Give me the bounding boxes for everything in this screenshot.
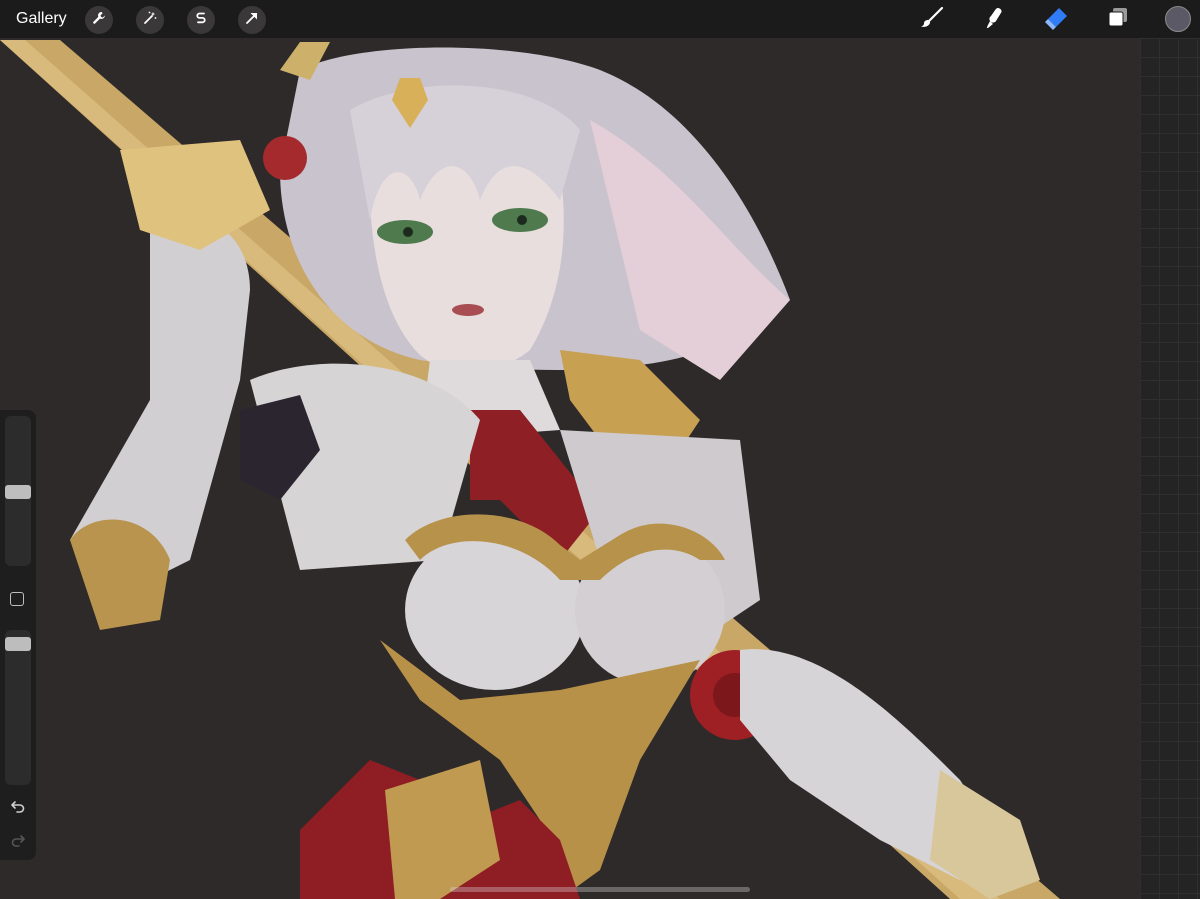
redo-icon (10, 832, 26, 853)
smudge-icon (981, 5, 1007, 36)
brush-size-slider[interactable] (5, 416, 31, 566)
color-picker-button[interactable] (1165, 6, 1191, 32)
redo-button[interactable] (8, 832, 28, 852)
undo-button[interactable] (8, 798, 28, 818)
top-toolbar: Gallery (0, 0, 1200, 38)
modify-button[interactable] (10, 592, 24, 606)
smudge-tool[interactable] (980, 6, 1008, 34)
selection-s-icon (193, 10, 209, 31)
undo-icon (10, 798, 26, 819)
adjustments-button[interactable] (136, 6, 164, 34)
brush-size-handle[interactable] (5, 485, 31, 499)
gallery-button[interactable]: Gallery (16, 10, 67, 28)
opacity-handle[interactable] (5, 637, 31, 651)
transform-arrow-icon (244, 10, 260, 31)
actions-button[interactable] (85, 6, 113, 34)
magic-wand-icon (142, 10, 158, 31)
wrench-icon (91, 10, 107, 31)
artwork-illustration (0, 40, 1060, 899)
layers-tool[interactable] (1104, 6, 1132, 34)
brush-icon (919, 5, 945, 36)
drawing-canvas[interactable] (0, 38, 1140, 899)
home-indicator (450, 887, 750, 892)
selection-button[interactable] (187, 6, 215, 34)
canvas-grid-overlay (1140, 38, 1200, 899)
opacity-slider[interactable] (5, 630, 31, 785)
eraser-icon (1043, 5, 1069, 36)
layers-icon (1105, 5, 1131, 36)
brush-tool[interactable] (918, 6, 946, 34)
eraser-tool[interactable] (1042, 6, 1070, 34)
brush-sidebar (0, 410, 36, 860)
transform-button[interactable] (238, 6, 266, 34)
